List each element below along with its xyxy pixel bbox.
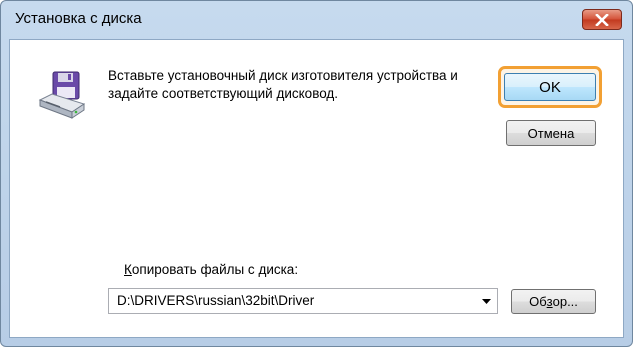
title-bar[interactable]: Установка с диска <box>1 1 632 39</box>
install-disk-icon <box>38 71 86 119</box>
ok-button[interactable]: OK <box>504 73 596 101</box>
browse-button[interactable]: Об з ор... <box>511 289 596 314</box>
dialog-body: Вставьте установочный диск изготовителя … <box>9 39 624 338</box>
close-x-icon <box>595 13 609 26</box>
source-path-combobox[interactable]: D:\DRIVERS\russian\32bit\Driver <box>108 288 498 314</box>
browse-label-start: Об <box>529 294 547 309</box>
combobox-dropdown-button[interactable] <box>475 289 497 313</box>
browse-label-end: ор... <box>552 294 578 309</box>
install-from-disk-dialog: Установка с диска Вставьте установочный … <box>0 0 633 347</box>
copy-label-access-key: К <box>124 262 132 277</box>
cancel-button[interactable]: Отмена <box>506 120 596 146</box>
instruction-message: Вставьте установочный диск изготовителя … <box>108 68 458 101</box>
close-button[interactable] <box>582 9 622 30</box>
copy-label-text: опировать файлы с диска: <box>131 262 299 277</box>
window-title: Установка с диска <box>15 10 142 27</box>
source-path-value[interactable]: D:\DRIVERS\russian\32bit\Driver <box>117 293 314 308</box>
copy-files-label: Копировать файлы с диска: <box>124 262 298 277</box>
chevron-down-icon <box>481 298 491 304</box>
